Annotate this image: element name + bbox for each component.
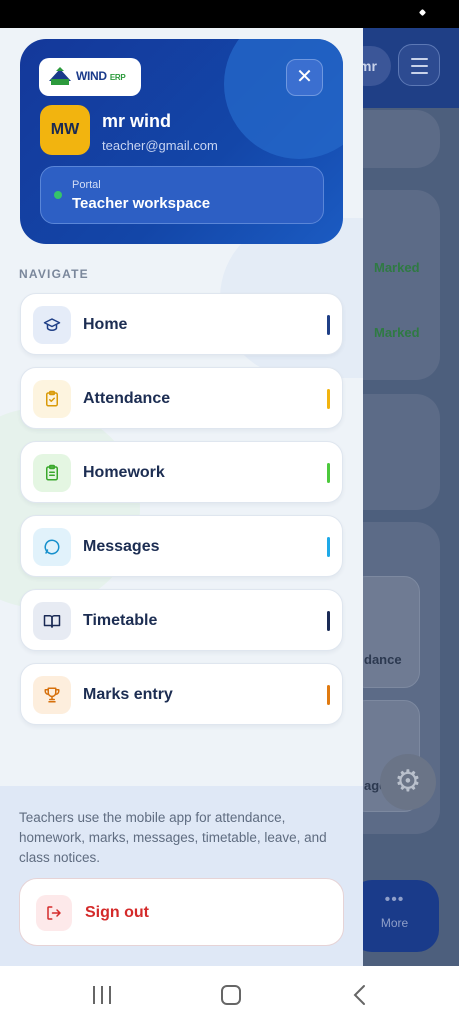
status-bar (0, 0, 459, 28)
hamburger-menu-icon[interactable] (398, 44, 440, 86)
decorative-shape (0, 408, 140, 608)
portal-value: Teacher workspace (72, 195, 211, 212)
more-dots-icon: ••• (384, 891, 405, 908)
nav-item-label: Messages (83, 538, 160, 555)
signal-icon (418, 8, 427, 17)
portal-label: Portal (72, 179, 101, 191)
drawer-footer: Teachers use the mobile app for attendan… (0, 786, 363, 966)
back-icon[interactable] (352, 984, 368, 1006)
navigate-heading: NAVIGATE (19, 267, 89, 281)
clipboard-check-icon (33, 380, 71, 418)
user-name: mr wind (102, 111, 172, 131)
close-icon[interactable]: ✕ (286, 59, 323, 96)
marked-status: Marked (374, 260, 420, 275)
nav-item-homework[interactable]: Homework (20, 441, 343, 503)
nav-item-marks-entry[interactable]: Marks entry (20, 663, 343, 725)
navigation-drawer: WIND ERP ✕ MW mr wind teacher@gmail.com … (0, 28, 363, 966)
accent-bar (327, 315, 330, 335)
system-navigation-bar (0, 966, 459, 1024)
nav-item-timetable[interactable]: Timetable (20, 589, 343, 651)
app-logo: WIND ERP (39, 58, 141, 96)
more-label: More (380, 916, 409, 930)
user-email: teacher@gmail.com (102, 138, 218, 153)
nav-item-label: Homework (83, 464, 165, 481)
nav-item-label: Marks entry (83, 686, 173, 703)
graduation-cap-icon (33, 306, 71, 344)
trophy-icon (33, 676, 71, 714)
clipboard-list-icon (33, 454, 71, 492)
logout-icon (36, 895, 72, 931)
nav-item-label: Timetable (83, 612, 158, 629)
footer-note: Teachers use the mobile app for attendan… (19, 810, 327, 865)
more-button[interactable]: ••• More (350, 880, 439, 952)
nav-item-label: Home (83, 316, 128, 333)
accent-bar (327, 611, 330, 631)
logo-text: WIND ERP (76, 69, 126, 83)
recent-apps-icon[interactable] (93, 986, 113, 1004)
accent-bar (327, 685, 330, 705)
avatar: MW (40, 105, 90, 155)
accent-bar (327, 389, 330, 409)
accent-bar (327, 537, 330, 557)
nav-item-messages[interactable]: Messages (20, 515, 343, 577)
online-status-dot-icon (54, 191, 62, 199)
nav-item-attendance[interactable]: Attendance (20, 367, 343, 429)
sign-out-label: Sign out (85, 904, 149, 921)
home-icon[interactable] (221, 985, 241, 1005)
book-open-icon (33, 602, 71, 640)
message-circle-icon (33, 528, 71, 566)
nav-item-label: Attendance (83, 390, 171, 407)
logo-icon (49, 67, 71, 85)
gear-icon[interactable]: ⚙ (380, 754, 436, 810)
portal-badge: Portal Teacher workspace (40, 166, 324, 224)
sign-out-button[interactable]: Sign out (19, 878, 344, 946)
nav-item-home[interactable]: Home (20, 293, 343, 355)
marked-status: Marked (374, 325, 420, 340)
decorative-glow (224, 39, 343, 159)
profile-card: WIND ERP ✕ MW mr wind teacher@gmail.com … (20, 39, 343, 244)
background-tile-label: dance (364, 652, 402, 667)
accent-bar (327, 463, 330, 483)
